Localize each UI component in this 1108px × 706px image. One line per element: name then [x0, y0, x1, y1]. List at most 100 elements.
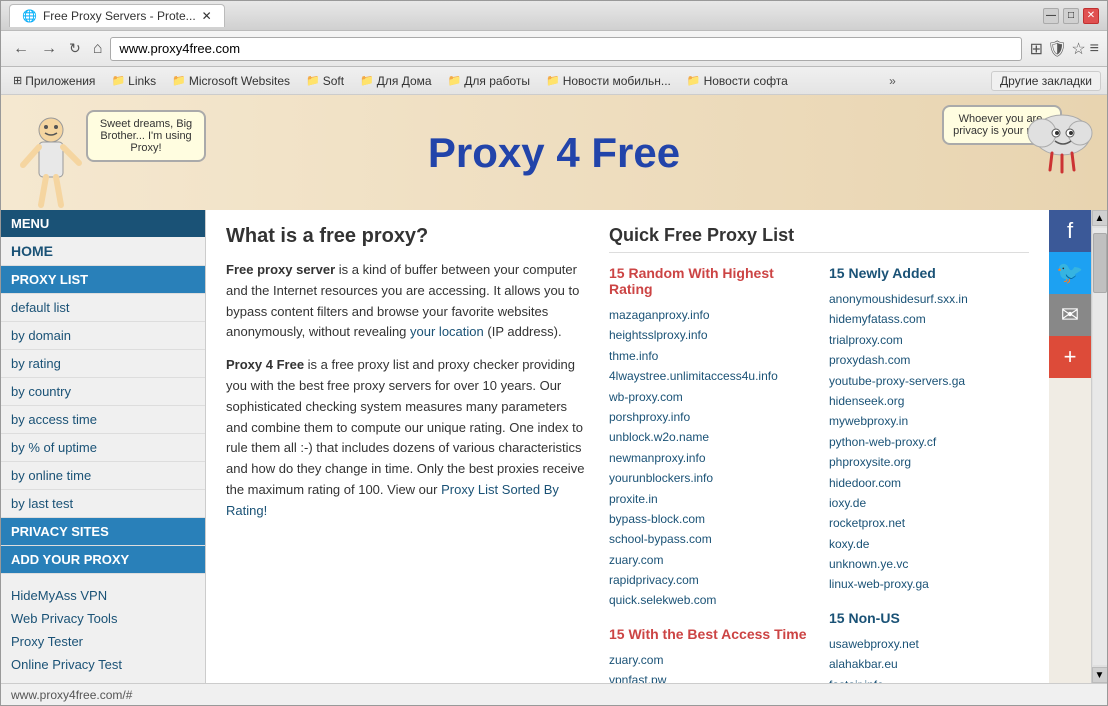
- bookmark-links[interactable]: 📁 Links: [105, 72, 162, 90]
- star-icon[interactable]: ☆: [1071, 39, 1085, 59]
- proxy-link[interactable]: mazaganproxy.info: [609, 305, 809, 325]
- proxy-link[interactable]: hidenseek.org: [829, 391, 1029, 411]
- proxy-link[interactable]: rocketprox.net: [829, 513, 1029, 533]
- your-location-link[interactable]: your location: [410, 324, 484, 339]
- footer-link-proxy-tester[interactable]: Proxy Tester: [11, 630, 195, 653]
- proxy-link[interactable]: koxy.de: [829, 534, 1029, 554]
- section1-title: 15 Random With Highest Rating: [609, 265, 809, 297]
- close-button[interactable]: ✕: [1083, 8, 1099, 24]
- bookmark-home-label: Для Дома: [377, 74, 432, 88]
- footer-link-web-privacy[interactable]: Web Privacy Tools: [11, 607, 195, 630]
- back-button[interactable]: ←: [9, 38, 33, 60]
- folder-icon: 📁: [111, 74, 125, 87]
- scroll-down-button[interactable]: ▼: [1092, 667, 1108, 683]
- proxy-link[interactable]: zuary.com: [609, 650, 809, 670]
- facebook-button[interactable]: f: [1049, 210, 1091, 252]
- address-bar[interactable]: [110, 37, 1021, 61]
- bookmark-microsoft[interactable]: 📁 Microsoft Websites: [166, 72, 296, 90]
- twitter-button[interactable]: 🐦: [1049, 252, 1091, 294]
- what-is-proxy-title: What is a free proxy?: [226, 225, 589, 248]
- email-button[interactable]: ✉: [1049, 294, 1091, 336]
- proxy-link[interactable]: thme.info: [609, 346, 809, 366]
- maximize-button[interactable]: □: [1063, 8, 1079, 24]
- sidebar-item-by-last-test[interactable]: by last test: [1, 490, 205, 518]
- browser-tab[interactable]: 🌐 Free Proxy Servers - Prote... ✕: [9, 4, 225, 27]
- sidebar-item-add-proxy[interactable]: ADD YOUR PROXY: [1, 546, 205, 574]
- proxy-link[interactable]: 4lwaystree.unlimitaccess4u.info: [609, 366, 809, 386]
- proxy-link[interactable]: vpnfast.pw: [609, 670, 809, 683]
- footer-link-online-privacy[interactable]: Online Privacy Test: [11, 653, 195, 676]
- bookmark-home[interactable]: 📁 Для Дома: [354, 72, 438, 90]
- scroll-track[interactable]: [1093, 228, 1107, 665]
- content-grid: What is a free proxy? Free proxy server …: [226, 225, 1029, 683]
- bookmark-soft[interactable]: 📁 Soft: [300, 72, 350, 90]
- google-plus-button[interactable]: +: [1049, 336, 1091, 378]
- proxy-link[interactable]: heightsslproxy.info: [609, 325, 809, 345]
- minimize-button[interactable]: —: [1043, 8, 1059, 24]
- tab-favicon: 🌐: [22, 9, 37, 23]
- sidebar-item-proxy-list[interactable]: PROXY LIST: [1, 266, 205, 294]
- proxy-link[interactable]: fastair.info: [829, 675, 1029, 683]
- proxy-link[interactable]: mywebproxy.in: [829, 411, 1029, 431]
- home-button[interactable]: ⌂: [89, 38, 107, 60]
- proxy-col-1: 15 Random With Highest Rating mazaganpro…: [609, 265, 809, 683]
- proxy-link[interactable]: newmanproxy.info: [609, 448, 809, 468]
- proxy-link[interactable]: school-bypass.com: [609, 529, 809, 549]
- tab-close-btn[interactable]: ✕: [202, 9, 212, 23]
- proxy-link[interactable]: unblock.w2o.name: [609, 427, 809, 447]
- p2-text: is a free proxy list and proxy checker p…: [226, 357, 584, 497]
- folder-icon-5: 📁: [448, 74, 462, 87]
- sidebar-item-home[interactable]: HOME: [1, 237, 205, 266]
- scrollbar[interactable]: ▲ ▼: [1091, 210, 1107, 683]
- scroll-up-button[interactable]: ▲: [1092, 210, 1108, 226]
- scroll-thumb[interactable]: [1093, 233, 1107, 293]
- proxy-link[interactable]: ioxy.de: [829, 493, 1029, 513]
- proxy-link[interactable]: python-web-proxy.cf: [829, 432, 1029, 452]
- proxy-link[interactable]: trialproxy.com: [829, 330, 1029, 350]
- refresh-button[interactable]: ↻: [65, 38, 85, 59]
- proxy-link[interactable]: bypass-block.com: [609, 509, 809, 529]
- proxy-link[interactable]: rapidprivacy.com: [609, 570, 809, 590]
- sidebar-item-default[interactable]: default list: [1, 294, 205, 322]
- navigation-bar: ← → ↻ ⌂ ⊞ 🛡 ☆ ≡: [1, 31, 1107, 67]
- proxy-link[interactable]: porshproxy.info: [609, 407, 809, 427]
- menu-icon[interactable]: ≡: [1090, 40, 1099, 58]
- proxy-link[interactable]: quick.selekweb.com: [609, 590, 809, 610]
- sidebar-item-by-access-time[interactable]: by access time: [1, 406, 205, 434]
- page-area: Sweet dreams, Big Brother... I'm using P…: [1, 95, 1107, 683]
- proxy-link[interactable]: proxydash.com: [829, 350, 1029, 370]
- proxy-link[interactable]: anonymoushidesurf.sxx.in: [829, 289, 1029, 309]
- bookmark-mobile-news[interactable]: 📁 Новости мобильн...: [540, 72, 677, 90]
- extensions-icon[interactable]: ⊞: [1030, 39, 1043, 59]
- bookmark-soft-news-label: Новости софта: [704, 74, 788, 88]
- sidebar-item-by-online-time[interactable]: by online time: [1, 462, 205, 490]
- footer-link-hidemyass[interactable]: HideMyAss VPN: [11, 584, 195, 607]
- proxy-link[interactable]: youtube-proxy-servers.ga: [829, 371, 1029, 391]
- sidebar-item-by-uptime[interactable]: by % of uptime: [1, 434, 205, 462]
- bookmark-apps[interactable]: ⊞ Приложения: [7, 72, 101, 90]
- bookmarks-more-button[interactable]: »: [889, 74, 896, 88]
- bookmark-soft-news[interactable]: 📁 Новости софта: [681, 72, 794, 90]
- section4-title: 15 Non-US: [829, 610, 1029, 626]
- other-bookmarks-button[interactable]: Другие закладки: [991, 71, 1101, 91]
- proxy-link[interactable]: unknown.ye.vc: [829, 554, 1029, 574]
- status-url: www.proxy4free.com/#: [11, 688, 132, 702]
- proxy-link[interactable]: linux-web-proxy.ga: [829, 574, 1029, 594]
- bookmark-work[interactable]: 📁 Для работы: [442, 72, 536, 90]
- sidebar-item-by-rating[interactable]: by rating: [1, 350, 205, 378]
- proxy-link[interactable]: yourunblockers.info: [609, 468, 809, 488]
- forward-button[interactable]: →: [37, 38, 61, 60]
- paragraph-1: Free proxy server is a kind of buffer be…: [226, 260, 589, 343]
- proxy-link[interactable]: hidemyfatass.com: [829, 309, 1029, 329]
- proxy-link[interactable]: wb-proxy.com: [609, 387, 809, 407]
- proxy-link[interactable]: phproxysite.org: [829, 452, 1029, 472]
- sidebar-item-privacy-sites[interactable]: PRIVACY SITES: [1, 518, 205, 546]
- proxy-link[interactable]: alahakbar.eu: [829, 654, 1029, 674]
- proxy-link[interactable]: usawebproxy.net: [829, 634, 1029, 654]
- adblock-icon[interactable]: 🛡: [1047, 39, 1067, 59]
- sidebar-item-by-domain[interactable]: by domain: [1, 322, 205, 350]
- proxy-link[interactable]: proxite.in: [609, 489, 809, 509]
- proxy-link[interactable]: hidedoor.com: [829, 473, 1029, 493]
- proxy-link[interactable]: zuary.com: [609, 550, 809, 570]
- sidebar-item-by-country[interactable]: by country: [1, 378, 205, 406]
